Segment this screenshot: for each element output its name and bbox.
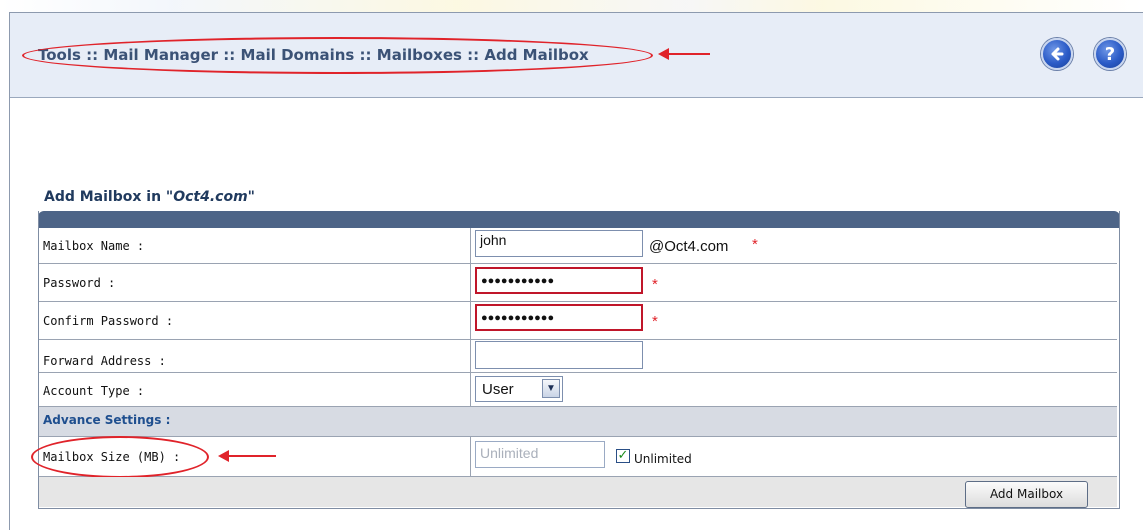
column-divider (470, 437, 471, 477)
annotation-ellipse-mailbox-size (31, 436, 209, 478)
forward-address-input[interactable] (475, 341, 643, 369)
advance-settings-header: Advance Settings : (39, 407, 1117, 437)
unlimited-checkbox[interactable]: ✓ (616, 449, 630, 463)
form-footer (39, 477, 1117, 507)
annotation-ellipse-breadcrumb (22, 37, 653, 74)
confirm-password-label: Confirm Password : (43, 314, 174, 328)
forward-address-label: Forward Address : (43, 354, 166, 368)
chevron-down-icon[interactable]: ▼ (542, 379, 560, 398)
column-divider (470, 228, 471, 407)
mailbox-name-label: Mailbox Name : (43, 239, 145, 253)
mailbox-size-input[interactable]: Unlimited (475, 441, 605, 468)
help-icon[interactable]: ? (1094, 38, 1126, 70)
account-type-value: User (482, 381, 514, 398)
password-input[interactable]: ●●●●●●●●●●● (475, 267, 643, 294)
required-marker: * (652, 276, 658, 293)
form-title-prefix: Add Mailbox in (44, 189, 166, 205)
mailbox-name-input[interactable]: john (475, 230, 643, 257)
account-type-select[interactable]: User ▼ (475, 376, 563, 402)
help-glyph: ? (1104, 43, 1116, 65)
form-title-domain: "Oct4.com" (165, 189, 255, 205)
required-marker: * (652, 313, 658, 330)
unlimited-checkbox-label: Unlimited (634, 452, 692, 466)
password-label: Password : (43, 276, 116, 290)
required-marker: * (752, 236, 758, 253)
confirm-password-input[interactable]: ●●●●●●●●●●● (475, 304, 643, 331)
annotation-arrow-breadcrumb (658, 48, 710, 60)
add-mailbox-button[interactable]: Add Mailbox (965, 481, 1088, 508)
top-banner (0, 0, 1143, 12)
annotation-arrow-mailbox-size (218, 450, 276, 462)
row-account-type: Account Type : (39, 373, 1117, 407)
mailbox-domain-suffix: @Oct4.com (649, 238, 729, 255)
advance-settings-label: Advance Settings : (43, 413, 171, 427)
form-title: Add Mailbox in "Oct4.com" (44, 189, 255, 205)
account-type-label: Account Type : (43, 384, 145, 398)
back-arrow-icon[interactable] (1041, 38, 1073, 70)
